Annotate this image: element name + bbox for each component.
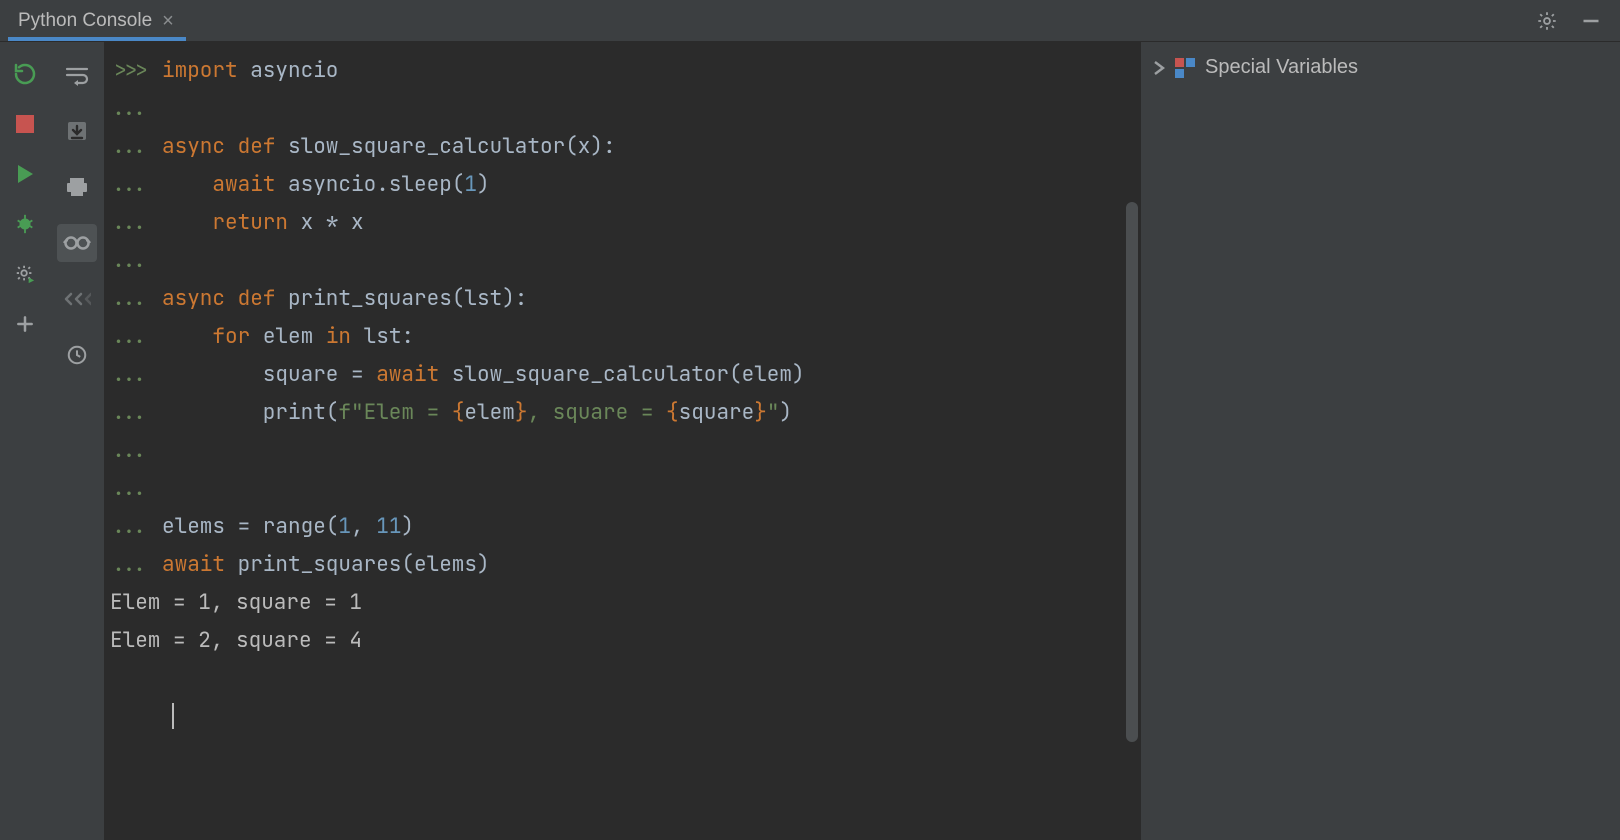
- output-line: Elem = 2, square = 4: [104, 622, 362, 660]
- chevron-right-icon: [1153, 61, 1165, 75]
- tab-python-console[interactable]: Python Console ×: [0, 2, 190, 40]
- stop-icon[interactable]: [11, 110, 39, 138]
- console-wrap: >>>import asyncio ... ...async def slow_…: [104, 42, 1620, 840]
- tab-bar: Python Console ×: [0, 0, 1620, 42]
- browse-history-icon[interactable]: [57, 280, 97, 318]
- rerun-icon[interactable]: [11, 60, 39, 88]
- variables-group-icon: [1175, 58, 1195, 78]
- gear-run-icon[interactable]: [11, 260, 39, 288]
- left-toolbar-2: [50, 42, 104, 840]
- left-toolbar-1: [0, 42, 50, 840]
- run-icon[interactable]: [11, 160, 39, 188]
- scroll-to-end-icon[interactable]: [57, 112, 97, 150]
- show-variables-icon[interactable]: [57, 224, 97, 262]
- body: >>>import asyncio ... ...async def slow_…: [0, 42, 1620, 840]
- gear-icon[interactable]: [1534, 8, 1560, 34]
- variables-panel: Special Variables: [1140, 42, 1620, 840]
- minimize-icon[interactable]: [1578, 8, 1604, 34]
- debug-icon[interactable]: [11, 210, 39, 238]
- close-icon[interactable]: ×: [162, 11, 174, 31]
- output-line: Elem = 1, square = 1: [104, 584, 362, 622]
- prompt: >>>: [104, 52, 162, 90]
- history-icon[interactable]: [57, 336, 97, 374]
- caret: [172, 703, 174, 729]
- print-icon[interactable]: [57, 168, 97, 206]
- tab-title: Python Console: [18, 10, 152, 32]
- soft-wrap-icon[interactable]: [57, 56, 97, 94]
- app-root: Python Console ×: [0, 0, 1620, 840]
- add-icon[interactable]: [11, 310, 39, 338]
- scrollbar[interactable]: [1126, 202, 1138, 742]
- console-editor[interactable]: >>>import asyncio ... ...async def slow_…: [104, 42, 1140, 840]
- special-variables-label: Special Variables: [1205, 56, 1358, 79]
- special-variables-node[interactable]: Special Variables: [1153, 56, 1608, 79]
- tabbar-actions: [1534, 8, 1604, 34]
